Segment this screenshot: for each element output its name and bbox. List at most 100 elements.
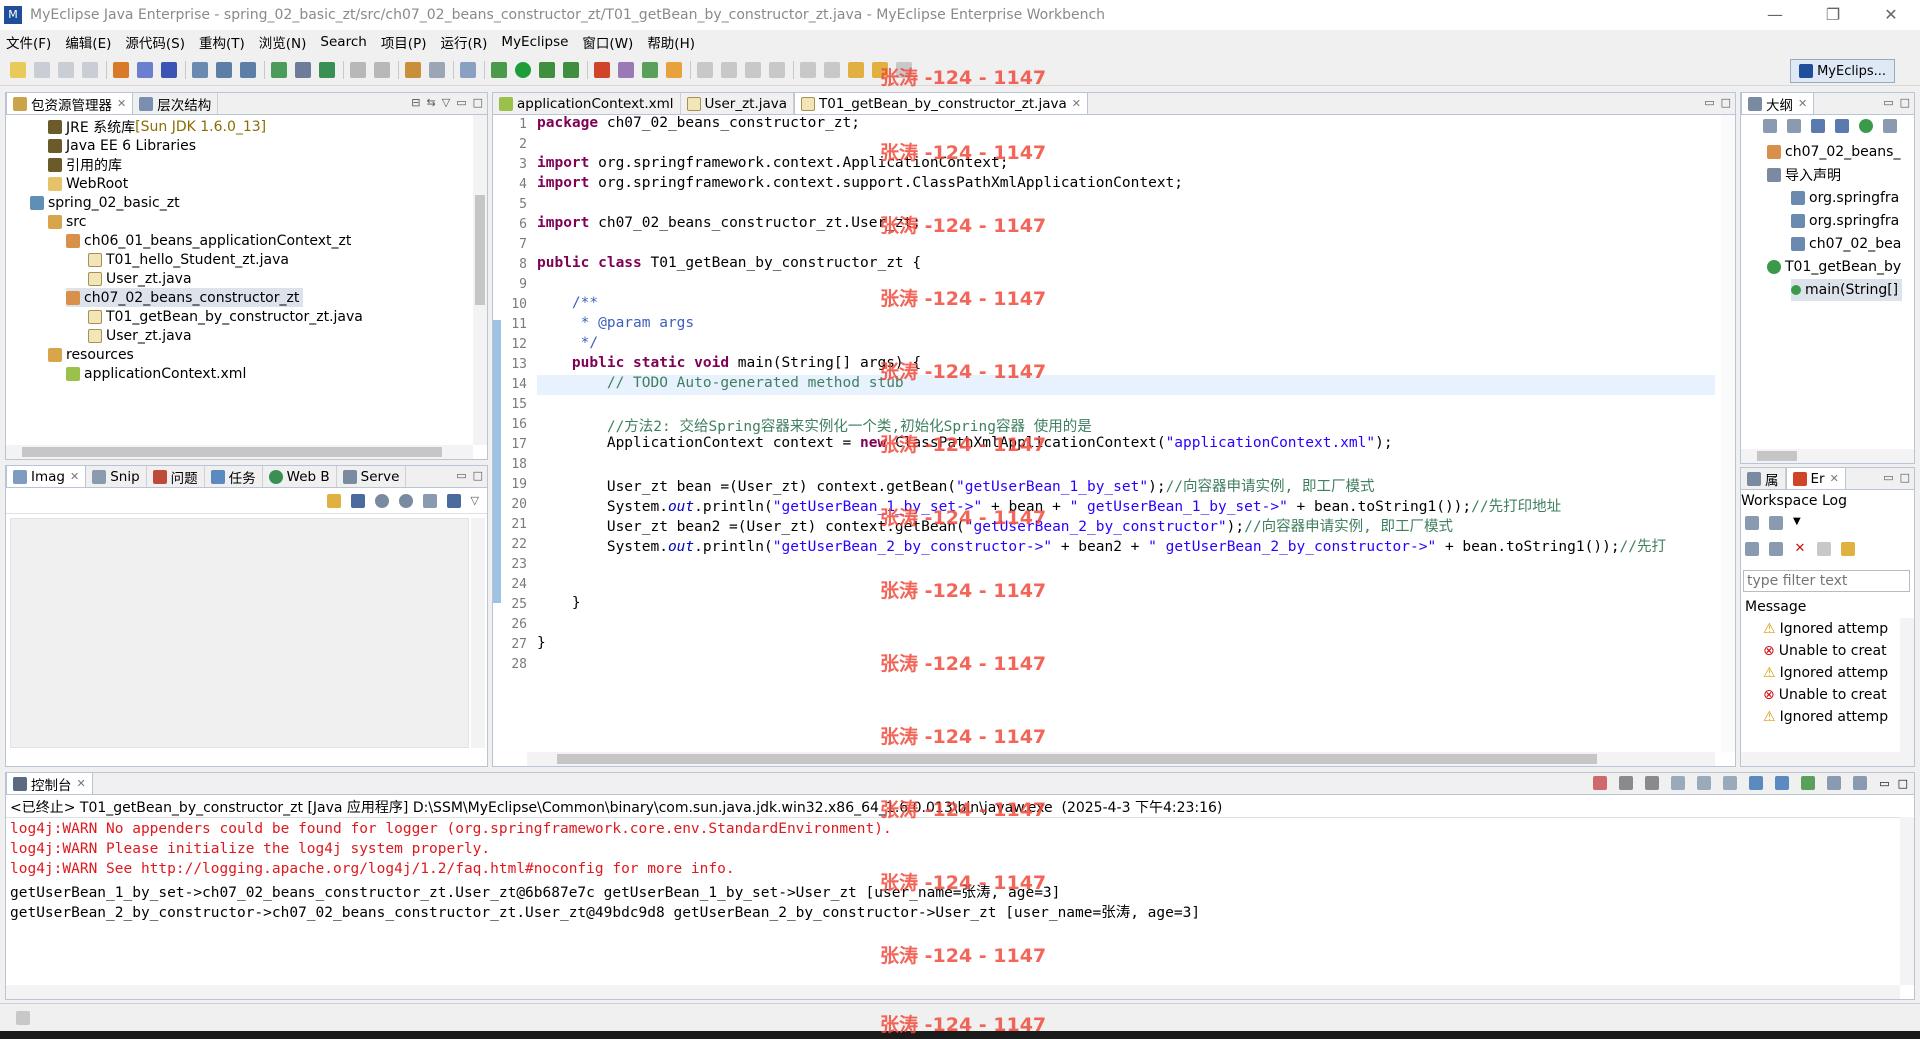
menu-window[interactable]: 窗口(W)	[582, 32, 633, 52]
tab-package-explorer[interactable]: 包资源管理器 ✕	[6, 93, 134, 114]
fullscreen-icon[interactable]	[446, 493, 461, 508]
menu-search[interactable]: Search	[320, 34, 366, 50]
import-log-icon[interactable]	[1769, 516, 1783, 530]
remove-launch-icon[interactable]	[1619, 776, 1634, 790]
package-icon[interactable]	[405, 61, 421, 78]
menu-edit[interactable]: 编辑(E)	[65, 32, 111, 52]
tab-properties[interactable]: 属	[1741, 468, 1786, 489]
hide-local-types-icon[interactable]	[1883, 119, 1897, 133]
explorer-hscrollbar[interactable]	[6, 445, 473, 459]
code-line[interactable]: System.out.println("getUserBean_2_by_con…	[537, 535, 1666, 556]
show-stdout-icon[interactable]	[1749, 776, 1764, 790]
minimize-view-icon[interactable]: ▭	[456, 469, 466, 482]
menu-myeclipse[interactable]: MyEclipse	[501, 34, 568, 50]
tab-problems[interactable]: 问题	[147, 466, 205, 487]
minimize-view-icon[interactable]: ▭	[1883, 96, 1893, 109]
actual-size-icon[interactable]	[422, 493, 437, 508]
outline-item-method[interactable]: main(String[]	[1791, 279, 1903, 301]
tree-item-file[interactable]: User_zt.java	[88, 269, 192, 288]
outline-item-import[interactable]: org.springfra	[1791, 210, 1899, 232]
tab-tasks[interactable]: 任务	[205, 466, 263, 487]
server-icon[interactable]	[161, 61, 177, 78]
explorer-vscrollbar[interactable]	[473, 115, 487, 445]
close-icon[interactable]: ✕	[1830, 472, 1839, 485]
log-vscrollbar[interactable]	[1900, 618, 1914, 752]
code-line[interactable]: }	[537, 635, 546, 651]
tab-outline[interactable]: 大纲 ✕	[1741, 93, 1815, 114]
outline-item-import[interactable]: org.springfra	[1791, 187, 1899, 209]
collapse-all-icon[interactable]: ⊟	[411, 96, 420, 109]
tab-image[interactable]: Imag ✕	[6, 466, 87, 487]
minimize-view-icon[interactable]: ▭	[1879, 777, 1889, 790]
scroll-thumb[interactable]	[1757, 451, 1797, 461]
maximize-view-icon[interactable]: □	[473, 469, 483, 482]
view-menu-icon[interactable]: ▽	[442, 96, 450, 109]
export-log-icon[interactable]	[1745, 516, 1759, 530]
zoom-in-icon[interactable]	[398, 493, 413, 508]
tree-item-package-selected[interactable]: ch07_02_beans_constructor_zt	[66, 288, 304, 307]
tab-user-zt-java[interactable]: User_zt.java	[681, 93, 795, 114]
pin-icon[interactable]	[721, 61, 737, 78]
close-icon[interactable]: ✕	[77, 777, 86, 790]
external-tools-icon[interactable]	[563, 61, 579, 78]
minimize-view-icon[interactable]: ▭	[1704, 96, 1714, 109]
menu-file[interactable]: 文件(F)	[6, 32, 51, 52]
sync-icon[interactable]	[326, 493, 341, 508]
log-item[interactable]: ⚠ Ignored attemp	[1763, 662, 1888, 684]
save-all-icon[interactable]	[58, 61, 74, 78]
code-line[interactable]: public static void main(String[] args) {	[537, 355, 921, 371]
console-hscrollbar[interactable]	[6, 985, 1900, 999]
menu-run[interactable]: 运行(R)	[441, 32, 488, 52]
close-button[interactable]: ✕	[1862, 0, 1920, 30]
log-column-header[interactable]: Message	[1743, 596, 1914, 618]
show-stderr-icon[interactable]	[1775, 776, 1790, 790]
maximize-view-icon[interactable]: □	[1721, 96, 1731, 109]
tree-item-webroot[interactable]: WebRoot	[48, 174, 128, 193]
code-line[interactable]: * @param args	[537, 315, 695, 331]
image-vscrollbar[interactable]	[471, 518, 485, 748]
tree-item-jre[interactable]: JRE 系统库 [Sun JDK 1.6.0_13]	[48, 117, 266, 136]
tab-servers[interactable]: Serve	[337, 466, 407, 487]
code-line[interactable]: User_zt bean =(User_zt) context.getBean(…	[537, 475, 1375, 496]
code-line[interactable]: package ch07_02_beans_constructor_zt;	[537, 115, 860, 131]
word-wrap-icon[interactable]	[1723, 776, 1738, 790]
menu-navigate[interactable]: 浏览(N)	[259, 32, 307, 52]
minimize-view-icon[interactable]: ▭	[456, 96, 466, 109]
search-icon[interactable]	[666, 61, 682, 78]
menu-project[interactable]: 项目(P)	[381, 32, 427, 52]
tab-snip[interactable]: Snip	[86, 466, 147, 487]
run-icon[interactable]	[515, 61, 531, 78]
code-line[interactable]: public class T01_getBean_by_constructor_…	[537, 255, 921, 271]
new-icon[interactable]	[10, 61, 26, 78]
hide-nonpublic-icon[interactable]	[1859, 119, 1873, 133]
sort-icon[interactable]	[1787, 119, 1801, 133]
outline-item-class[interactable]: T01_getBean_by	[1767, 256, 1901, 278]
tree-item-file[interactable]: T01_hello_Student_zt.java	[88, 250, 289, 269]
outline-hscrollbar[interactable]	[1741, 449, 1914, 463]
next-annotation-icon[interactable]	[800, 61, 816, 78]
log-hscrollbar[interactable]	[1741, 752, 1914, 766]
prev-annotation-icon[interactable]	[824, 61, 840, 78]
menu-refactor[interactable]: 重构(T)	[199, 32, 245, 52]
open-console-icon[interactable]	[1853, 776, 1868, 790]
menu-help[interactable]: 帮助(H)	[647, 32, 695, 52]
whitespace-icon[interactable]	[769, 61, 785, 78]
log-item[interactable]: ⚠ Ignored attemp	[1763, 706, 1888, 728]
close-icon[interactable]: ✕	[1798, 97, 1807, 110]
editor-hscrollbar[interactable]	[527, 752, 1715, 766]
log-item[interactable]: ⊗ Unable to creat	[1763, 684, 1887, 706]
tree-item-file[interactable]: T01_getBean_by_constructor_zt.java	[88, 307, 363, 326]
log-item[interactable]: ⊗ Unable to creat	[1763, 640, 1887, 662]
coverage-icon[interactable]	[539, 61, 555, 78]
code-line[interactable]: }	[537, 595, 581, 611]
maximize-button[interactable]: ❐	[1804, 0, 1862, 30]
maximize-view-icon[interactable]: □	[1900, 96, 1910, 109]
tab-error-log[interactable]: Er ✕	[1785, 468, 1846, 489]
new-project-icon[interactable]	[113, 61, 129, 78]
restore-log-icon[interactable]	[1841, 542, 1855, 556]
profile-icon[interactable]	[594, 61, 610, 78]
close-icon[interactable]: ✕	[1072, 97, 1081, 110]
hide-fields-icon[interactable]	[1811, 119, 1825, 133]
open-resource-icon[interactable]	[240, 61, 256, 78]
minimize-button[interactable]: —	[1746, 0, 1804, 30]
